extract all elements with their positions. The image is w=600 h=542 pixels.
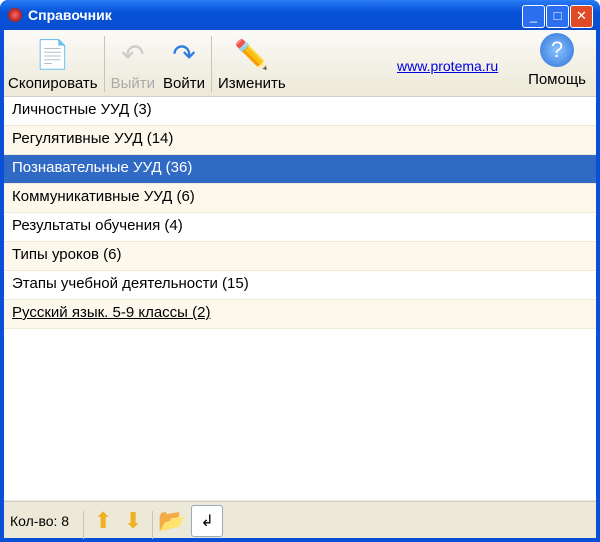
return-button[interactable]: ↲ <box>191 504 224 537</box>
separator <box>211 36 212 92</box>
website-link[interactable]: www.protema.ru <box>397 58 498 74</box>
toolbar: 📄 Скопировать ↶ Выйти ↷ Войти ✏️ Изменить ww… <box>4 30 596 97</box>
return-icon: ↲ <box>200 512 214 530</box>
list-item[interactable]: Типы уроков (6) <box>4 242 596 271</box>
minimize-button[interactable]: _ <box>522 5 545 28</box>
close-button[interactable]: ✕ <box>570 5 593 28</box>
redo-arrow-icon: ↷ <box>172 38 196 70</box>
list-item[interactable]: Регулятивные УУД (14) <box>4 126 596 155</box>
count-label: Кол-во: 8 <box>10 512 70 529</box>
move-down-button[interactable]: ⬇ <box>118 506 148 536</box>
window-title: Справочник <box>28 7 112 23</box>
move-up-button[interactable]: ⬆ <box>88 506 118 536</box>
client-area: 📄 Скопировать ↶ Выйти ↷ Войти ✏️ Изменить ww… <box>4 30 596 539</box>
exit-button[interactable]: ↶ Выйти <box>107 37 159 96</box>
maximize-button[interactable]: □ <box>546 5 569 28</box>
enter-label: Войти <box>163 75 205 92</box>
copy-icon: 📄 <box>35 38 71 70</box>
arrow-up-icon: ⬆ <box>93 507 113 533</box>
catalog-list: Личностные УУД (3) Регулятивные УУД (14)… <box>4 97 596 500</box>
separator <box>152 511 154 539</box>
list-item[interactable]: Личностные УУД (3) <box>4 97 596 126</box>
exit-label: Выйти <box>110 75 156 92</box>
list-item-selected[interactable]: Познавательные УУД (36) <box>4 155 596 184</box>
window: Справочник _ □ ✕ 📄 Скопировать ↶ Выйти ↷ Во… <box>0 0 600 542</box>
copy-button[interactable]: 📄 Скопировать <box>4 37 102 96</box>
title-bar: Справочник <box>0 0 600 30</box>
copy-label: Скопировать <box>8 75 98 92</box>
undo-arrow-icon: ↶ <box>121 38 145 70</box>
help-label: Помощь <box>528 71 586 88</box>
help-icon: ? <box>540 33 575 67</box>
list-item[interactable]: Результаты обучения (4) <box>4 213 596 242</box>
enter-button[interactable]: ↷ Войти <box>159 37 209 96</box>
edit-label: Изменить <box>218 75 286 92</box>
list-item[interactable]: Этапы учебной деятельности (15) <box>4 271 596 300</box>
list-item[interactable]: Русский язык. 5-9 классы (2) <box>4 300 596 329</box>
pencil-icon: ✏️ <box>234 38 270 70</box>
app-icon <box>8 8 22 22</box>
separator <box>83 511 85 539</box>
status-bar: Кол-во: 8 ⬆ ⬇ 📂 ↲ <box>4 501 596 539</box>
list-item[interactable]: Коммуникативные УУД (6) <box>4 184 596 213</box>
open-folder-button[interactable]: 📂 <box>157 506 187 536</box>
help-button[interactable]: ? Помощь <box>524 33 590 92</box>
separator <box>103 36 105 92</box>
folder-icon: 📂 <box>158 507 186 533</box>
arrow-down-icon: ⬇ <box>123 507 143 533</box>
edit-button[interactable]: ✏️ Изменить <box>214 37 290 96</box>
